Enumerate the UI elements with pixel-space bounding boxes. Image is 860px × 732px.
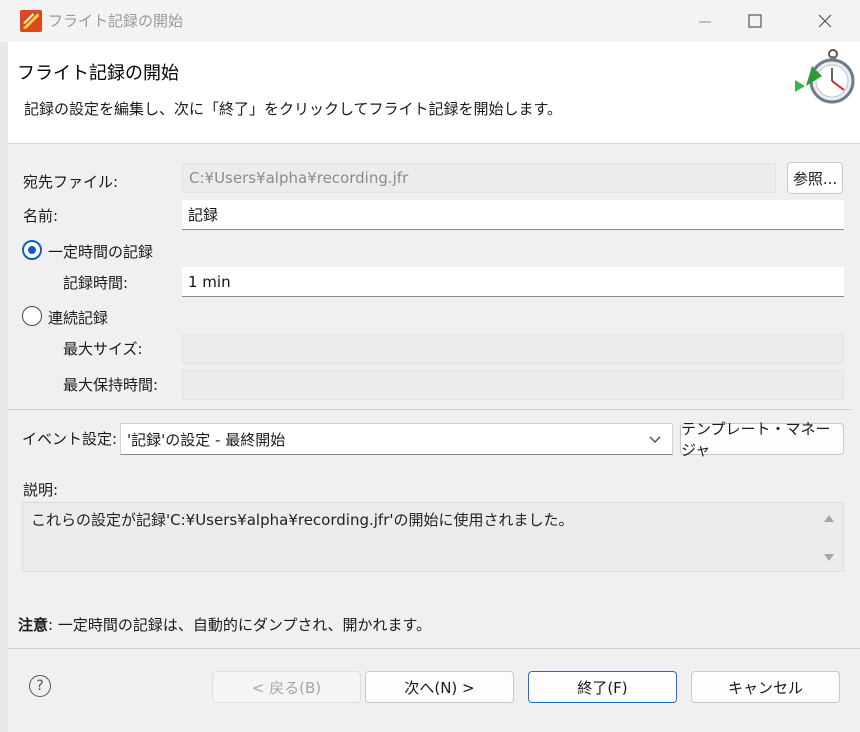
max-size-label: 最大サイズ: — [63, 340, 143, 358]
event-settings-label: イベント設定: — [22, 430, 118, 448]
event-settings-dropdown[interactable]: '記録'の設定 - 最終開始 — [120, 423, 673, 455]
duration-input[interactable]: 1 min — [182, 267, 844, 297]
maximize-icon — [748, 14, 762, 28]
name-label: 名前: — [23, 207, 59, 225]
window-title: フライト記録の開始 — [48, 12, 184, 30]
next-button[interactable]: 次へ(N) > — [365, 671, 514, 703]
back-button: < 戻る(B) — [212, 671, 361, 703]
name-input[interactable]: 記録 — [182, 200, 844, 230]
window-edge — [0, 42, 8, 732]
minimize-button[interactable] — [689, 6, 721, 36]
help-icon[interactable]: ? — [29, 675, 51, 697]
wizard-content: 宛先ファイル: C:¥Users¥alpha¥recording.jfr 参照.… — [8, 144, 860, 732]
close-icon — [818, 14, 832, 28]
section-divider — [8, 409, 852, 410]
note-text: 注意: 一定時間の記録は、自動的にダンプされ、開かれます。 — [18, 614, 431, 635]
app-icon — [20, 10, 42, 32]
cancel-button[interactable]: キャンセル — [691, 671, 840, 703]
browse-button[interactable]: 参照... — [787, 162, 843, 194]
note-bold: 注意 — [18, 616, 49, 634]
note-body: : 一定時間の記録は、自動的にダンプされ、開かれます。 — [48, 616, 432, 634]
fixed-time-radio[interactable] — [22, 240, 42, 260]
chevron-down-icon — [649, 436, 661, 443]
title-bar: フライト記録の開始 — [0, 0, 860, 42]
maximize-button[interactable] — [739, 6, 771, 36]
stopwatch-icon — [795, 49, 855, 104]
scroll-down-icon[interactable] — [823, 553, 835, 563]
continuous-label[interactable]: 連続記録 — [48, 307, 108, 328]
template-manager-button[interactable]: テンプレート・マネージャ — [680, 420, 844, 459]
close-button[interactable] — [809, 6, 841, 36]
max-size-field — [182, 334, 844, 364]
page-description: 記録の設定を編集し、次に「終了」をクリックしてフライト記録を開始します。 — [24, 100, 563, 118]
footer-divider — [8, 648, 860, 649]
scroll-up-icon[interactable] — [823, 513, 835, 523]
continuous-radio[interactable] — [22, 306, 42, 326]
event-settings-value: '記録'の設定 - 最終開始 — [127, 430, 286, 449]
minimize-icon — [699, 21, 711, 23]
fixed-time-label[interactable]: 一定時間の記録 — [48, 241, 153, 262]
page-title: フライト記録の開始 — [17, 63, 179, 84]
description-textarea[interactable]: これらの設定が記録'C:¥Users¥alpha¥recording.jfr'の… — [22, 502, 844, 572]
description-label: 説明: — [23, 481, 59, 499]
max-age-label: 最大保持時間: — [63, 376, 159, 394]
destination-field: C:¥Users¥alpha¥recording.jfr — [182, 163, 776, 193]
description-text: これらの設定が記録'C:¥Users¥alpha¥recording.jfr'の… — [31, 511, 574, 529]
wizard-header: フライト記録の開始 記録の設定を編集し、次に「終了」をクリックしてフライト記録を… — [8, 42, 860, 144]
finish-button[interactable]: 終了(F) — [528, 671, 677, 703]
duration-label: 記録時間: — [63, 274, 129, 292]
destination-label: 宛先ファイル: — [23, 173, 119, 191]
max-age-field — [182, 370, 844, 400]
